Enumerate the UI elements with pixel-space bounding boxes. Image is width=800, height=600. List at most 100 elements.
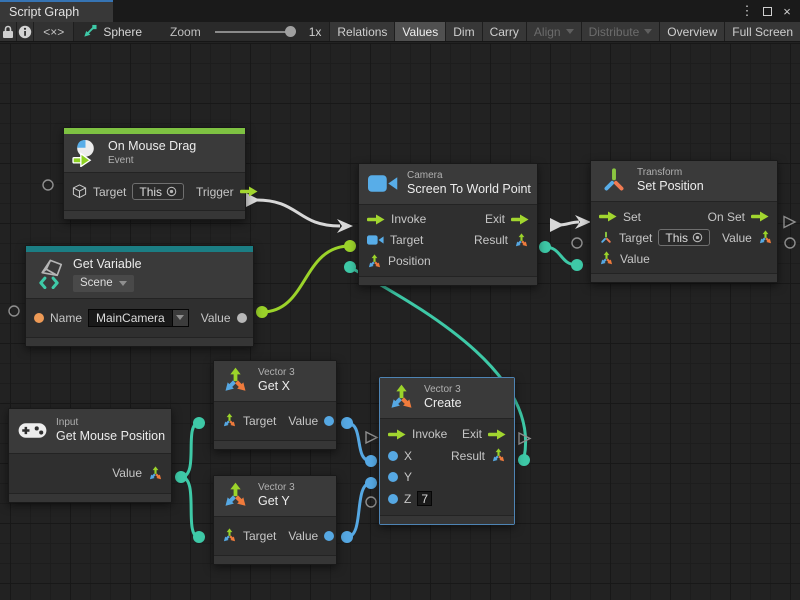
vector3-icon[interactable] bbox=[367, 254, 382, 269]
node-subtitle: Event bbox=[108, 155, 196, 167]
node-category: Vector 3 bbox=[258, 367, 295, 379]
port-name-icon[interactable] bbox=[34, 313, 44, 323]
zoom-slider[interactable] bbox=[215, 31, 293, 33]
flow-arrow-icon[interactable] bbox=[240, 186, 258, 197]
variable-scope-dropdown[interactable]: Scene bbox=[73, 275, 134, 292]
info-icon bbox=[18, 25, 32, 39]
set-label: Set bbox=[623, 210, 641, 224]
this-target-icon bbox=[692, 232, 703, 243]
cube-icon[interactable] bbox=[72, 184, 87, 199]
lock-button[interactable] bbox=[0, 22, 17, 41]
invoke-label: Invoke bbox=[412, 427, 447, 441]
z-value-field[interactable]: 7 bbox=[417, 491, 432, 506]
port-x-icon[interactable] bbox=[388, 451, 398, 461]
node-title: Get Variable bbox=[73, 257, 142, 273]
node-footer bbox=[214, 440, 336, 449]
on-set-label: On Set bbox=[708, 210, 745, 224]
tab-title: Script Graph bbox=[9, 5, 79, 19]
relations-button[interactable]: Relations bbox=[330, 22, 395, 41]
this-target-pill[interactable]: This bbox=[132, 183, 184, 200]
node-on-mouse-drag[interactable]: On Mouse Drag Event Target This Trigger bbox=[63, 127, 246, 220]
node-get-x[interactable]: Vector 3 Get X Target Value bbox=[213, 360, 337, 450]
value-label: Value bbox=[112, 466, 142, 480]
code-view-button[interactable]: <×> bbox=[34, 22, 74, 41]
flow-arrow-icon[interactable] bbox=[488, 429, 506, 440]
info-button[interactable] bbox=[17, 22, 34, 41]
values-button[interactable]: Values bbox=[395, 22, 446, 41]
window-controls: ⋮ × bbox=[740, 0, 800, 22]
code-icon: <×> bbox=[43, 25, 64, 39]
align-button[interactable]: Align bbox=[527, 22, 582, 41]
vector3-icon[interactable] bbox=[222, 413, 237, 428]
carry-button[interactable]: Carry bbox=[483, 22, 527, 41]
toolbar-buttons: Relations Values Dim Carry Align Distrib… bbox=[330, 22, 800, 41]
script-graph-window: Script Graph ⋮ × <×> Sphere Zoom 1x bbox=[0, 0, 800, 600]
port-value-icon[interactable] bbox=[324, 531, 334, 541]
port-z-icon[interactable] bbox=[388, 494, 398, 504]
camera-icon bbox=[368, 173, 398, 194]
vector3-icon[interactable] bbox=[491, 448, 506, 463]
this-target-pill[interactable]: This bbox=[658, 229, 710, 246]
node-title: Get Mouse Position bbox=[56, 429, 165, 445]
vector3-icon[interactable] bbox=[222, 528, 237, 543]
exit-label: Exit bbox=[485, 212, 505, 226]
dim-button[interactable]: Dim bbox=[446, 22, 482, 41]
value-label: Value bbox=[288, 529, 318, 543]
chevron-down-icon bbox=[119, 281, 127, 286]
node-get-mouse-position[interactable]: Input Get Mouse Position Value bbox=[8, 408, 172, 503]
overview-button[interactable]: Overview bbox=[660, 22, 725, 41]
variable-icon bbox=[34, 259, 64, 289]
node-footer bbox=[359, 276, 537, 285]
variable-name-select[interactable]: MainCamera bbox=[88, 309, 189, 327]
invoke-label: Invoke bbox=[391, 212, 426, 226]
node-category: Vector 3 bbox=[424, 384, 462, 396]
maximize-icon[interactable] bbox=[760, 4, 774, 18]
zoom-value: 1x bbox=[309, 25, 322, 39]
node-footer bbox=[380, 515, 514, 524]
target-label: Target bbox=[93, 185, 126, 199]
vector3-icon[interactable] bbox=[514, 233, 529, 248]
flow-arrow-icon[interactable] bbox=[367, 214, 385, 225]
target-label: Target bbox=[243, 529, 276, 543]
mouse-drag-icon bbox=[72, 139, 99, 167]
name-label: Name bbox=[50, 311, 82, 325]
flow-arrow-icon[interactable] bbox=[388, 429, 406, 440]
camera-icon[interactable] bbox=[367, 234, 384, 246]
node-title: On Mouse Drag bbox=[108, 139, 196, 155]
vector3-icon[interactable] bbox=[148, 466, 163, 481]
title-bar: Script Graph ⋮ × bbox=[0, 0, 800, 22]
port-y-icon[interactable] bbox=[388, 472, 398, 482]
close-icon[interactable]: × bbox=[780, 4, 794, 18]
chevron-down-icon bbox=[176, 315, 184, 320]
port-value-icon[interactable] bbox=[324, 416, 334, 426]
distribute-button[interactable]: Distribute bbox=[582, 22, 661, 41]
port-value-icon[interactable] bbox=[237, 313, 247, 323]
zoom-slider-handle[interactable] bbox=[285, 26, 296, 37]
flow-arrow-icon[interactable] bbox=[751, 211, 769, 222]
node-footer bbox=[591, 273, 777, 282]
vector3-icon[interactable] bbox=[599, 251, 614, 266]
flow-arrow-icon[interactable] bbox=[511, 214, 529, 225]
tab-script-graph[interactable]: Script Graph bbox=[0, 0, 113, 22]
lock-icon bbox=[2, 25, 14, 39]
flow-arrow-icon[interactable] bbox=[599, 211, 617, 222]
full-screen-button[interactable]: Full Screen bbox=[725, 22, 800, 41]
node-screen-to-world-point[interactable]: Camera Screen To World Point Invoke Exit… bbox=[358, 163, 538, 286]
graph-toolbar: <×> Sphere Zoom 1x Relations Values Dim … bbox=[0, 22, 800, 42]
node-footer bbox=[214, 555, 336, 564]
this-target-icon bbox=[166, 186, 177, 197]
node-category: Camera bbox=[407, 170, 531, 182]
vector3-icon[interactable] bbox=[758, 230, 773, 245]
node-create-vector3[interactable]: Vector 3 Create Invoke Exit X Result bbox=[379, 377, 515, 525]
transform-icon[interactable] bbox=[599, 231, 613, 245]
node-get-variable[interactable]: Get Variable Scene Name MainCamera Value bbox=[25, 245, 254, 347]
value-out-label: Value bbox=[722, 231, 752, 245]
node-title: Get X bbox=[258, 379, 295, 395]
node-category: Vector 3 bbox=[258, 482, 295, 494]
script-graph-icon bbox=[82, 24, 97, 39]
node-get-y[interactable]: Vector 3 Get Y Target Value bbox=[213, 475, 337, 565]
window-menu-icon[interactable]: ⋮ bbox=[740, 4, 754, 18]
node-set-position[interactable]: Transform Set Position Set On Set Target… bbox=[590, 160, 778, 283]
node-footer bbox=[26, 337, 253, 346]
graph-owner-label: Sphere bbox=[103, 25, 142, 39]
